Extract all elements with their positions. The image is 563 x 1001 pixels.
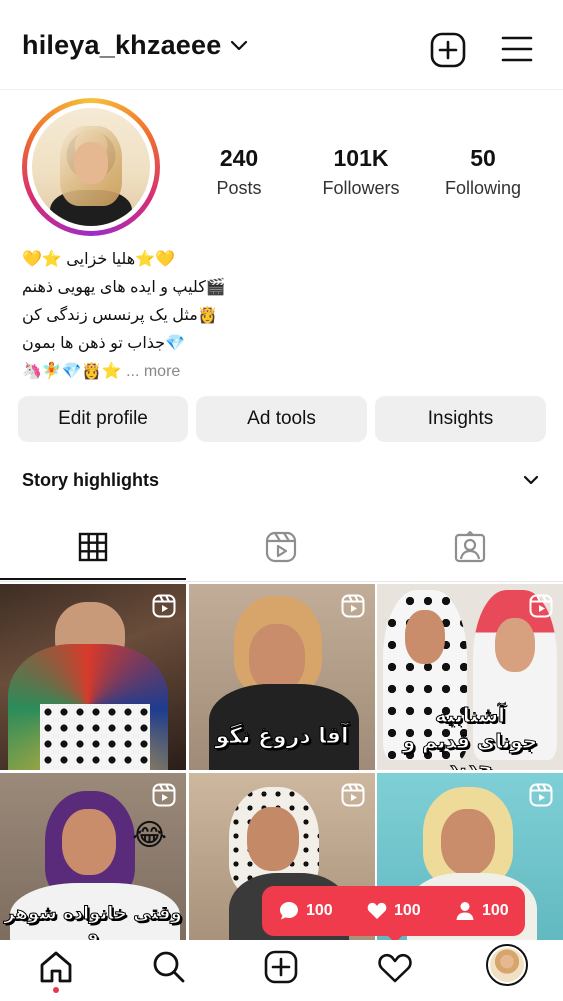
following-count: 50 xyxy=(470,145,496,171)
bottom-navigation xyxy=(0,940,563,1001)
likes-notification: 100 xyxy=(366,899,421,923)
post-caption: وقتی خانواده شوهر و xyxy=(4,903,183,946)
person-icon xyxy=(456,901,474,920)
profile-tabs xyxy=(0,520,563,582)
laughing-emoji-icon: 😂 xyxy=(132,819,168,852)
comment-icon xyxy=(280,901,298,920)
reel-icon xyxy=(152,594,176,618)
avatar-photo xyxy=(32,108,150,226)
grid-icon xyxy=(78,532,108,562)
create-post-icon[interactable] xyxy=(264,950,298,984)
followers-label: Followers xyxy=(322,178,400,198)
bio-line: 💎جذاب تو ذهن ها بمون xyxy=(22,335,185,352)
followers-count: 101K xyxy=(333,145,389,171)
tab-grid[interactable] xyxy=(0,520,187,582)
posts-stat[interactable]: 240 Posts xyxy=(184,145,294,199)
ad-tools-button[interactable]: Ad tools xyxy=(196,396,367,442)
active-tab-indicator xyxy=(0,578,186,580)
bio-line: 💛⭐هلیا خزایی ⭐💛 xyxy=(22,251,175,268)
post-thumbnail[interactable]: آقا دروغ نگو xyxy=(189,584,375,770)
top-bar: hileya_khzaeee xyxy=(0,0,563,90)
chevron-down-icon[interactable] xyxy=(523,474,539,486)
post-caption: آشنابیه جونای قدیم و جدید xyxy=(402,703,538,771)
home-icon[interactable] xyxy=(38,950,74,984)
menu-icon[interactable] xyxy=(500,32,534,66)
post-thumbnail[interactable]: آشنابیه جونای قدیم و جدید xyxy=(377,584,563,770)
post-caption: آقا دروغ نگو xyxy=(215,724,349,750)
edit-profile-button[interactable]: Edit profile xyxy=(18,396,188,442)
tagged-icon xyxy=(454,531,486,563)
bio-line: 🎬کلیپ و ایده های یهویی ذهنم xyxy=(22,279,226,296)
profile-avatar[interactable] xyxy=(22,98,160,236)
insights-button[interactable]: Insights xyxy=(375,396,546,442)
reel-icon xyxy=(152,783,176,807)
post-thumbnail[interactable]: 😂 وقتی خانواده شوهر و xyxy=(0,773,186,959)
followers-notification-count: 100 xyxy=(482,902,509,919)
post-thumbnail[interactable] xyxy=(0,584,186,770)
tab-tagged[interactable] xyxy=(376,520,563,582)
followers-notification: 100 xyxy=(454,899,509,923)
profile-avatar-nav[interactable] xyxy=(486,944,528,986)
heart-activity-icon[interactable] xyxy=(377,952,413,984)
activity-notification-bubble[interactable]: 100 100 100 xyxy=(262,886,525,936)
following-stat[interactable]: 50 Following xyxy=(428,145,538,199)
comments-count: 100 xyxy=(306,902,333,919)
posts-count: 240 xyxy=(219,145,259,171)
post-grid: آقا دروغ نگو آشنابیه جونای قدیم و جدید 😂… xyxy=(0,584,563,959)
chevron-down-icon[interactable] xyxy=(230,40,248,52)
bio-more-link[interactable]: ... more xyxy=(126,363,180,380)
reel-icon xyxy=(529,783,553,807)
story-highlights-title[interactable]: Story highlights xyxy=(22,470,159,491)
posts-label: Posts xyxy=(216,178,262,198)
reel-icon xyxy=(341,594,365,618)
reel-icon xyxy=(529,594,553,618)
bio-line: 👸مثل یک پرنسس زندگی کن xyxy=(22,307,218,324)
create-icon[interactable] xyxy=(430,32,466,68)
following-label: Following xyxy=(444,178,522,198)
likes-count: 100 xyxy=(394,902,421,919)
comments-notification: 100 xyxy=(278,899,333,923)
avatar xyxy=(490,948,524,982)
bio-line: 🦄🧚💎👸⭐ xyxy=(22,363,122,380)
heart-icon xyxy=(367,902,387,919)
active-tab-dot xyxy=(53,987,59,993)
followers-stat[interactable]: 101K Followers xyxy=(306,145,416,199)
search-icon[interactable] xyxy=(152,950,186,984)
tab-divider xyxy=(0,581,563,582)
reels-icon xyxy=(265,531,297,563)
bio: 💛⭐هلیا خزایی ⭐💛 🎬کلیپ و ایده های یهویی ذ… xyxy=(22,246,252,386)
reel-icon xyxy=(341,783,365,807)
username-title[interactable]: hileya_khzaeee xyxy=(22,30,221,61)
tab-reels[interactable] xyxy=(188,520,375,582)
